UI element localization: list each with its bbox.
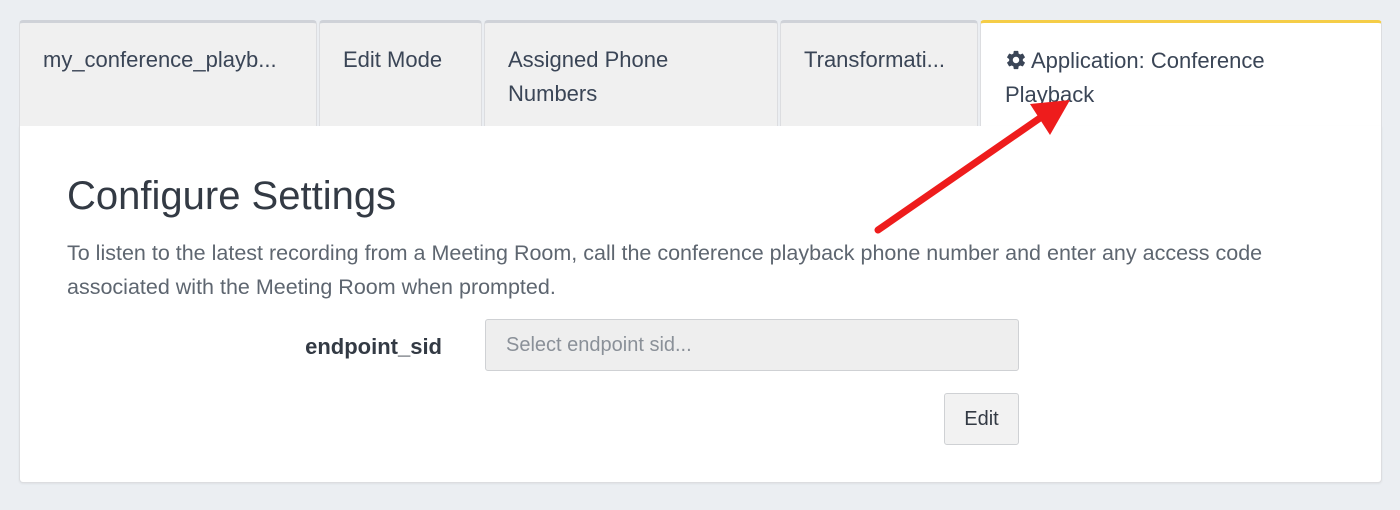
tab-transformations[interactable]: Transformati... — [780, 20, 978, 127]
tab-bar: my_conference_playb... Edit Mode Assigne… — [19, 20, 1382, 127]
app-window: my_conference_playb... Edit Mode Assigne… — [0, 0, 1400, 510]
tab-label: Application: Conference Playback — [1005, 48, 1265, 107]
edit-button[interactable]: Edit — [944, 393, 1019, 445]
endpoint-sid-label: endpoint_sid — [305, 334, 442, 359]
endpoint-sid-select[interactable]: Select endpoint sid... — [485, 319, 1019, 371]
tab-edit-mode[interactable]: Edit Mode — [319, 20, 482, 127]
tab-label: Assigned Phone Numbers — [508, 47, 669, 106]
settings-description: To listen to the latest recording from a… — [67, 241, 1263, 299]
page-title: Configure Settings — [67, 174, 397, 218]
tab-application-conference-playback[interactable]: Application: Conference Playback — [980, 20, 1382, 127]
tab-label: Edit Mode — [343, 47, 443, 72]
tab-label: my_conference_playb... — [43, 47, 277, 72]
tab-label-wrap: Application: Conference Playback — [1005, 44, 1359, 112]
tab-label: Transformati... — [804, 47, 945, 72]
endpoint-sid-placeholder: Select endpoint sid... — [506, 334, 692, 356]
gear-icon — [1007, 50, 1025, 70]
tab-flow-name[interactable]: my_conference_playb... — [19, 20, 317, 127]
settings-panel: Configure Settings To listen to the late… — [19, 126, 1382, 483]
tab-assigned-phone-numbers[interactable]: Assigned Phone Numbers — [484, 20, 778, 127]
